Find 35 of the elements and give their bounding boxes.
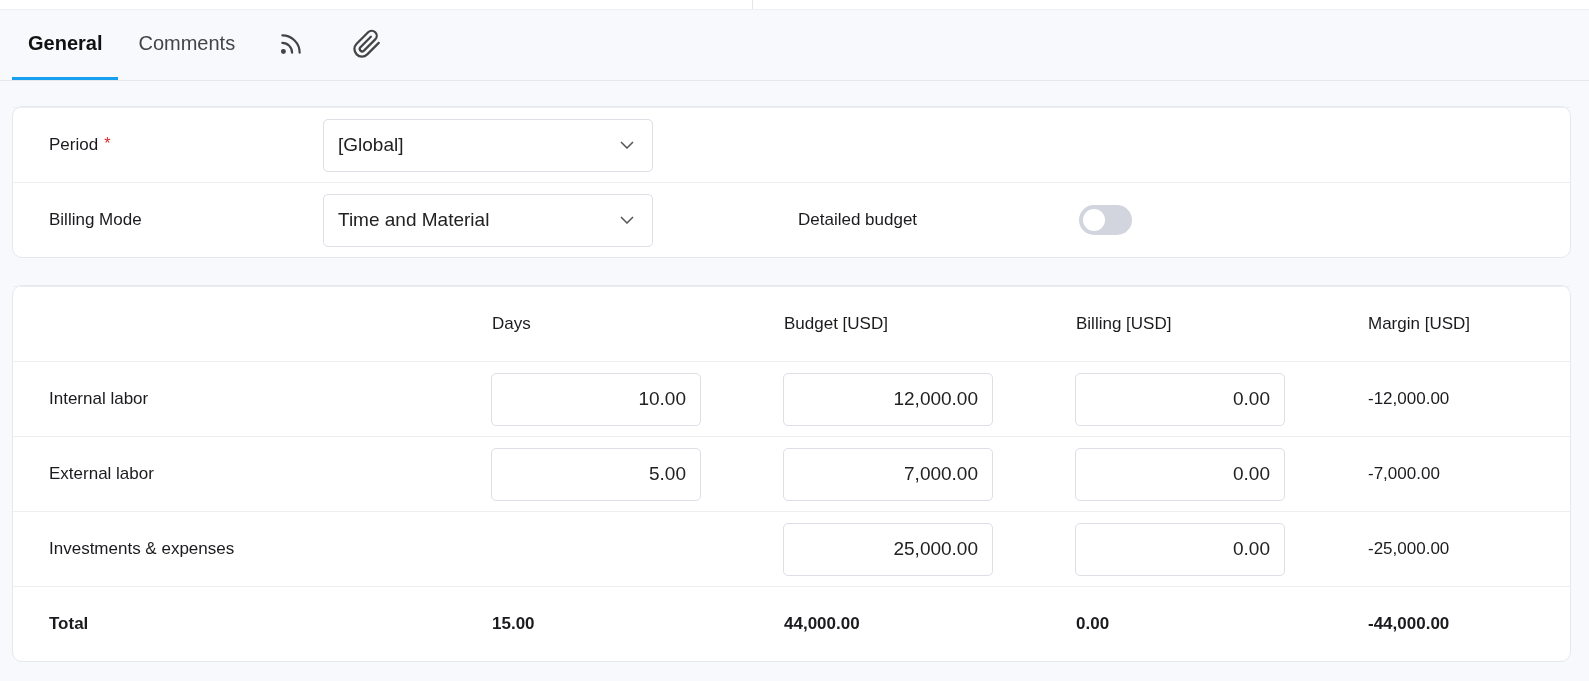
amount-input[interactable]: 0.00 [1075, 447, 1285, 501]
total-value: 44,000.00 [783, 614, 860, 633]
amount-input[interactable]: 5.00 [491, 447, 701, 501]
amount-input[interactable]: 25,000.00 [783, 522, 993, 576]
total-value: 15.00 [491, 614, 535, 633]
dropdown[interactable]: [Global] [323, 118, 653, 172]
field-label: Period [49, 135, 99, 155]
row-label: External labor [48, 464, 155, 484]
amount-input[interactable]: 10.00 [491, 372, 701, 426]
column-header: Margin [USD] [1367, 314, 1472, 334]
tab[interactable]: General [12, 10, 119, 80]
required-asterisk: * [104, 135, 111, 154]
chevron-down-icon [620, 141, 634, 149]
amount-input[interactable]: 0.00 [1075, 372, 1285, 426]
toggle-label: Detailed budget [798, 210, 919, 230]
table-cell: -25,000.00 [1367, 539, 1450, 558]
dropdown[interactable]: Time and Material [323, 193, 653, 247]
total-value: -44,000.00 [1367, 614, 1450, 633]
column-header: Billing [USD] [1075, 314, 1173, 334]
amount-input[interactable]: 7,000.00 [783, 447, 993, 501]
toggle-switch[interactable] [1079, 205, 1132, 235]
table-cell: -7,000.00 [1367, 464, 1440, 483]
total-value: 0.00 [1075, 614, 1110, 633]
field-label: Billing Mode [49, 210, 142, 230]
column-header: Budget [USD] [783, 314, 889, 334]
chevron-down-icon [620, 216, 634, 224]
tab[interactable]: Comments [122, 10, 252, 80]
amount-input[interactable]: 12,000.00 [783, 372, 993, 426]
row-label: Internal labor [48, 389, 150, 409]
table-cell: -12,000.00 [1367, 389, 1450, 408]
row-label: Total [48, 614, 90, 634]
column-header: Days [491, 314, 532, 334]
row-label: Investments & expenses [48, 539, 236, 559]
amount-input[interactable]: 0.00 [1075, 522, 1285, 576]
paperclip-icon [352, 28, 383, 59]
